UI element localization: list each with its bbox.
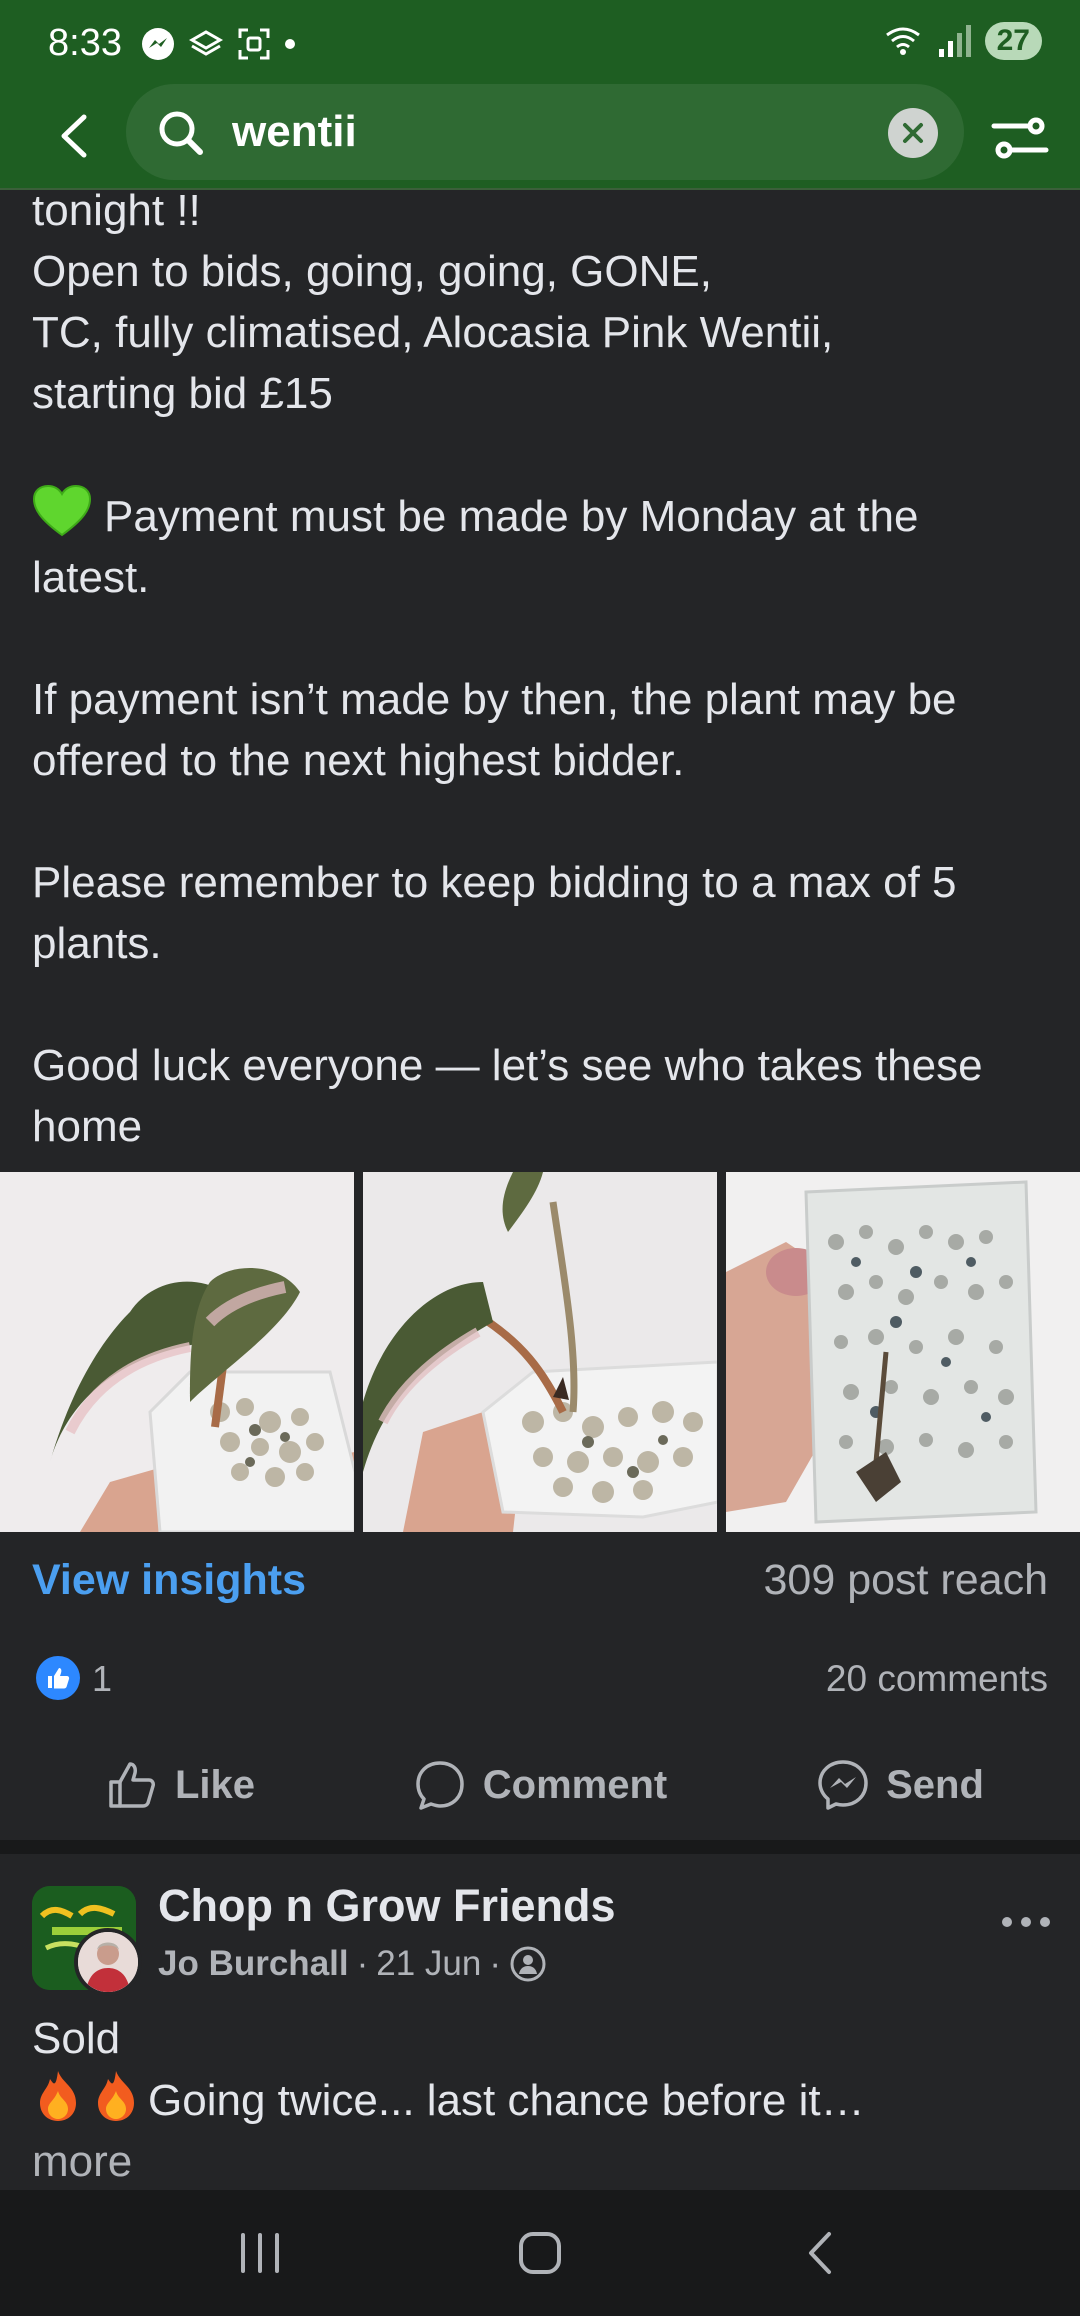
back-button[interactable]: [44, 106, 104, 166]
wifi-icon: [885, 27, 920, 55]
screenshot-icon: [236, 26, 272, 62]
view-insights-link[interactable]: View insights: [32, 1556, 306, 1605]
post2-text: Going twice... last chance before it…: [148, 2076, 865, 2125]
meta-separator: ·: [489, 1944, 502, 1983]
notice-text-2: offered to the next highest bidder.: [32, 736, 685, 785]
post-text-line: tonight !!: [32, 186, 201, 235]
recents-button[interactable]: [220, 2213, 300, 2293]
back-icon: [809, 2232, 831, 2274]
payment-line: Payment must be made by Monday at the: [32, 484, 1052, 547]
group-members-icon: [510, 1946, 546, 1982]
post2-meta: Jo Burchall · 21 Jun ·: [158, 1944, 547, 1984]
post-reach-text: 309 post reach: [763, 1556, 1048, 1604]
send-button[interactable]: Send: [720, 1740, 1080, 1830]
fire-icon: [32, 2069, 84, 2123]
battery-indicator: 27: [984, 22, 1042, 60]
signal-icon: [938, 25, 971, 57]
post-text-line: starting bid £15: [32, 369, 333, 418]
dot-icon: [284, 26, 296, 62]
like-reaction-icon[interactable]: [36, 1656, 80, 1700]
comment-icon: [416, 1761, 464, 1810]
comment-button[interactable]: Comment: [360, 1740, 720, 1830]
home-icon: [519, 2232, 561, 2274]
layers-icon: [188, 26, 224, 62]
reminder-text-1: Please remember to keep bidding to a max…: [32, 858, 957, 907]
post-photos: [0, 1172, 1080, 1532]
thumbs-up-icon: [109, 1762, 155, 1808]
green-heart-icon: [32, 484, 92, 537]
like-count[interactable]: 1: [92, 1658, 112, 1700]
post-actions: Like Comment Send: [0, 1740, 1080, 1830]
payment-text-2: latest.: [32, 553, 150, 602]
post-body: tonight !! Open to bids, going, going, G…: [32, 180, 1052, 1157]
home-button[interactable]: [500, 2213, 580, 2293]
user-avatar[interactable]: [74, 1928, 142, 1996]
notice-text-1: If payment isn’t made by then, the plant…: [32, 675, 957, 724]
see-more-link[interactable]: more: [32, 2131, 1052, 2192]
reactions-row: 1 20 comments: [32, 1654, 1048, 1704]
reminder-text-2: plants.: [32, 919, 162, 968]
more-dots-icon: [1002, 1917, 1050, 1927]
meta-separator: ·: [356, 1944, 369, 1983]
post2-body: Sold Going twice... last chance before i…: [32, 2008, 1052, 2192]
goodluck-text-2: home: [32, 1102, 143, 1151]
like-button[interactable]: Like: [0, 1740, 360, 1830]
filter-button[interactable]: [990, 108, 1050, 168]
fire-icon: [90, 2069, 142, 2123]
post-text-line: TC, fully climatised, Alocasia Pink Went…: [32, 308, 834, 357]
plant-photo-3[interactable]: [726, 1172, 1080, 1532]
chevron-left-icon: [61, 114, 87, 158]
messenger-send-icon: [818, 1760, 868, 1810]
clear-search-button[interactable]: [888, 108, 938, 158]
search-bar[interactable]: [126, 84, 964, 180]
send-label: Send: [886, 1762, 984, 1807]
goodluck-text-1: Good luck everyone — let’s see who takes…: [32, 1041, 983, 1090]
author-name[interactable]: Jo Burchall: [158, 1944, 349, 1984]
status-bar: 8:33 27: [0, 0, 1080, 84]
close-icon: [903, 123, 923, 143]
post2-text-line: Sold: [32, 2014, 121, 2063]
post-date[interactable]: 21 Jun: [376, 1944, 481, 1984]
post-divider: [0, 1840, 1080, 1854]
post2-header: Chop n Grow Friends Jo Burchall · 21 Jun…: [0, 1854, 1080, 2014]
comment-count[interactable]: 20 comments: [826, 1658, 1048, 1700]
plant-photo-1[interactable]: [0, 1172, 354, 1532]
post-text-line: Open to bids, going, going, GONE,: [32, 247, 712, 296]
back-nav-button[interactable]: [780, 2213, 860, 2293]
system-nav-bar: [0, 2190, 1080, 2316]
insights-row: View insights 309 post reach: [32, 1552, 1048, 1612]
group-name[interactable]: Chop n Grow Friends: [158, 1880, 616, 1932]
more-options-button[interactable]: [1000, 1886, 1052, 1941]
search-header: [0, 84, 1080, 190]
status-time: 8:33: [48, 22, 122, 64]
payment-text: Payment must be made by Monday at the: [104, 492, 919, 541]
comment-label: Comment: [482, 1762, 668, 1807]
like-label: Like: [174, 1762, 256, 1807]
sliders-icon: [991, 117, 1049, 159]
status-icons-left: [140, 26, 296, 62]
messenger-icon: [140, 26, 176, 62]
post2-text-line-2: Going twice... last chance before it…: [32, 2069, 1052, 2131]
recents-icon: [241, 2233, 279, 2273]
status-right: 27: [883, 22, 1042, 60]
plant-photo-2[interactable]: [363, 1172, 717, 1532]
search-icon: [156, 108, 206, 158]
search-input[interactable]: [232, 104, 832, 160]
